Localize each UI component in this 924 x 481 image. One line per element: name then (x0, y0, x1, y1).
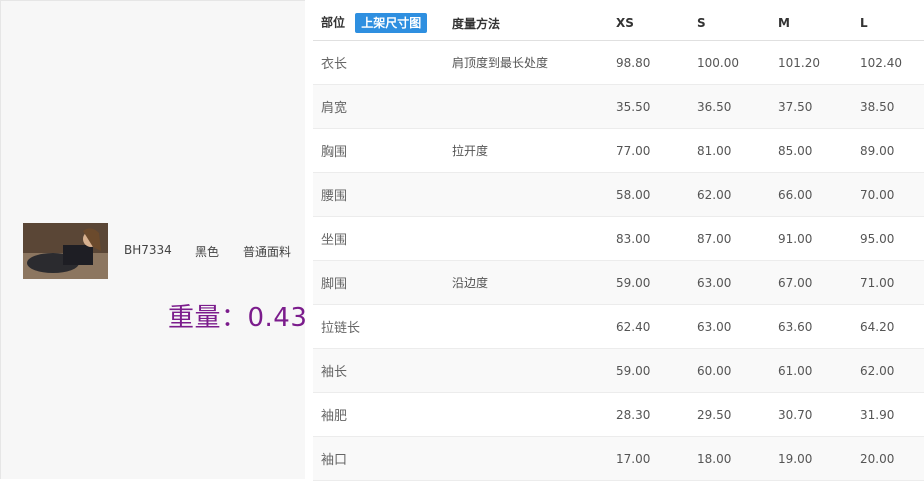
table-row: 袖口 17.00 18.00 19.00 20.00 (313, 436, 924, 481)
cell-size-m: 61.00 (770, 348, 852, 393)
cell-size-s: 87.00 (689, 216, 770, 261)
cell-size-l: 20.00 (852, 436, 924, 481)
cell-size-xs: 35.50 (608, 84, 689, 129)
cell-size-s: 81.00 (689, 128, 770, 173)
cell-size-s: 29.50 (689, 392, 770, 437)
cell-size-xs: 98.80 (608, 40, 689, 85)
table-row: 袖长 59.00 60.00 61.00 62.00 (313, 348, 924, 393)
cell-size-s: 62.00 (689, 172, 770, 217)
product-panel: BH7334 黑色 普通面料 重量：0.43 (0, 0, 308, 479)
cell-size-s: 63.00 (689, 304, 770, 349)
product-row: BH7334 黑色 普通面料 (23, 223, 303, 279)
cell-size-s: 100.00 (689, 40, 770, 85)
product-sku: BH7334 (124, 243, 172, 257)
table-row: 胸围 拉开度 77.00 81.00 85.00 89.00 (313, 128, 924, 173)
table-row: 坐围 83.00 87.00 91.00 95.00 (313, 216, 924, 261)
cell-size-xs: 83.00 (608, 216, 689, 261)
cell-part: 肩宽 (313, 84, 444, 129)
cell-size-l: 70.00 (852, 172, 924, 217)
cell-size-m: 67.00 (770, 260, 852, 305)
cell-part: 腰围 (313, 172, 444, 217)
cell-size-xs: 28.30 (608, 392, 689, 437)
cell-size-xs: 77.00 (608, 128, 689, 173)
cell-size-m: 30.70 (770, 392, 852, 437)
cell-size-m: 19.00 (770, 436, 852, 481)
cell-method: 沿边度 (444, 260, 608, 305)
cell-size-l: 71.00 (852, 260, 924, 305)
cell-size-m: 85.00 (770, 128, 852, 173)
table-row: 脚围 沿边度 59.00 63.00 67.00 71.00 (313, 260, 924, 305)
header-size-xs: XS (608, 6, 689, 41)
size-chart-button[interactable]: 上架尺寸图 (355, 13, 428, 33)
weight-label: 重量：0.43 (168, 303, 308, 333)
cell-size-l: 62.00 (852, 348, 924, 393)
table-row: 拉链长 62.40 63.00 63.60 64.20 (313, 304, 924, 349)
size-table-container: 部位 上架尺寸图 度量方法 XS S M L 衣长 肩顶度到最长处度 98.80 10… (313, 6, 924, 481)
cell-size-m: 91.00 (770, 216, 852, 261)
cell-part: 脚围 (313, 260, 444, 305)
cell-part: 衣长 (313, 40, 444, 85)
cell-method (444, 436, 608, 481)
cell-size-l: 38.50 (852, 84, 924, 129)
cell-method (444, 172, 608, 217)
cell-size-s: 60.00 (689, 348, 770, 393)
cell-size-l: 89.00 (852, 128, 924, 173)
product-fabric: 普通面料 (243, 245, 292, 259)
product-thumbnail[interactable] (23, 223, 108, 279)
cell-part: 拉链长 (313, 304, 444, 349)
cell-size-l: 95.00 (852, 216, 924, 261)
cell-size-xs: 59.00 (608, 260, 689, 305)
table-row: 腰围 58.00 62.00 66.00 70.00 (313, 172, 924, 217)
cell-size-xs: 17.00 (608, 436, 689, 481)
cell-size-m: 101.20 (770, 40, 852, 85)
header-part-label: 部位 (321, 15, 346, 30)
header-size-m: M (770, 6, 852, 41)
cell-size-m: 63.60 (770, 304, 852, 349)
cell-size-s: 36.50 (689, 84, 770, 129)
cell-part: 坐围 (313, 216, 444, 261)
cell-method (444, 348, 608, 393)
header-size-s: S (689, 6, 770, 41)
cell-size-l: 64.20 (852, 304, 924, 349)
cell-method (444, 304, 608, 349)
cell-method (444, 216, 608, 261)
cell-size-xs: 58.00 (608, 172, 689, 217)
table-row: 肩宽 35.50 36.50 37.50 38.50 (313, 84, 924, 129)
cell-size-l: 31.90 (852, 392, 924, 437)
model-photo-icon (23, 223, 108, 279)
cell-size-s: 18.00 (689, 436, 770, 481)
cell-size-xs: 62.40 (608, 304, 689, 349)
cell-part: 袖肥 (313, 392, 444, 437)
cell-method: 拉开度 (444, 128, 608, 173)
header-size-l: L (852, 6, 924, 41)
cell-size-m: 37.50 (770, 84, 852, 129)
cell-size-l: 102.40 (852, 40, 924, 85)
cell-size-m: 66.00 (770, 172, 852, 217)
size-table: 部位 上架尺寸图 度量方法 XS S M L 衣长 肩顶度到最长处度 98.80 10… (313, 6, 924, 481)
cell-method (444, 84, 608, 129)
cell-method: 肩顶度到最长处度 (444, 40, 608, 85)
cell-size-xs: 59.00 (608, 348, 689, 393)
header-method: 度量方法 (444, 6, 608, 41)
header-part: 部位 上架尺寸图 (313, 6, 444, 41)
product-color: 黑色 (195, 245, 220, 259)
table-row: 衣长 肩顶度到最长处度 98.80 100.00 101.20 102.40 (313, 40, 924, 85)
cell-size-s: 63.00 (689, 260, 770, 305)
cell-part: 胸围 (313, 128, 444, 173)
cell-part: 袖长 (313, 348, 444, 393)
table-row: 袖肥 28.30 29.50 30.70 31.90 (313, 392, 924, 437)
size-table-body: 衣长 肩顶度到最长处度 98.80 100.00 101.20 102.40 肩宽 35.50… (313, 40, 924, 481)
cell-method (444, 392, 608, 437)
table-header-row: 部位 上架尺寸图 度量方法 XS S M L (313, 6, 924, 41)
cell-part: 袖口 (313, 436, 444, 481)
